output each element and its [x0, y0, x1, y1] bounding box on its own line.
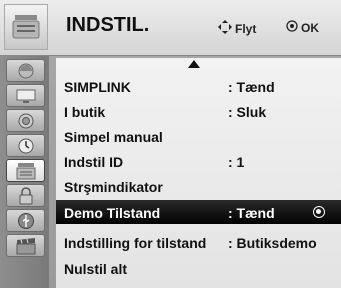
menu-item-store-mode[interactable]: I butik : Sluk — [56, 99, 341, 123]
category-sidebar — [0, 56, 49, 288]
menu-item-label: Indstil ID — [64, 154, 124, 170]
menu-item-set-id[interactable]: Indstil ID : 1 — [56, 149, 341, 173]
menu-item-label: Strşmindikator — [64, 179, 163, 195]
menu-item-value: : Butiksdemo — [228, 235, 317, 251]
ok-hint: OK — [286, 20, 319, 35]
menu-item-simplink[interactable]: SIMPLINK : Tænd — [56, 74, 341, 98]
nav-hint: Flyt — [218, 20, 256, 37]
selected-radio-icon — [313, 206, 325, 218]
nav-hint-label: Flyt — [235, 21, 257, 36]
scroll-up-icon — [188, 60, 200, 68]
page-title: INDSTIL. — [66, 14, 150, 36]
picture-icon[interactable] — [6, 59, 45, 82]
ok-hint-label: OK — [301, 20, 319, 35]
menu-item-value: : Sluk — [228, 104, 267, 120]
usb-icon[interactable] — [6, 209, 45, 232]
ok-button-icon — [286, 20, 298, 35]
option-icon — [4, 4, 48, 50]
menu-item-label: Demo Tilstand — [64, 205, 161, 221]
menu-item-label: Nulstil alt — [64, 261, 128, 277]
menu-item-value: : 1 — [228, 154, 245, 170]
menu-item-simple-manual[interactable]: Simpel manual — [56, 124, 341, 148]
sound-icon[interactable] — [6, 109, 45, 132]
navigation-arrows-icon — [218, 20, 232, 37]
screen-icon[interactable] — [6, 84, 45, 107]
menu-item-label: SIMPLINK — [64, 79, 131, 95]
option-icon[interactable] — [6, 159, 45, 182]
time-icon[interactable] — [6, 134, 45, 157]
menu-header: INDSTIL. Flyt OK — [0, 0, 341, 56]
menu-item-value: : Tænd — [228, 79, 275, 95]
menu-item-value: : Tænd — [228, 205, 275, 221]
lock-icon[interactable] — [6, 184, 45, 207]
menu-item-reset-all[interactable]: Nulstil alt — [56, 256, 341, 280]
menu-item-power-indicator[interactable]: Strşmindikator — [56, 174, 341, 198]
movie-icon[interactable] — [6, 234, 45, 257]
menu-item-mode-setting[interactable]: Indstilling for tilstand : Butiksdemo — [56, 230, 341, 254]
menu-item-label: Indstilling for tilstand — [64, 235, 207, 251]
menu-item-demo-mode[interactable]: Demo Tilstand : Tænd — [56, 200, 341, 224]
menu-item-label: Simpel manual — [64, 129, 163, 145]
menu-item-label: I butik — [64, 104, 106, 120]
